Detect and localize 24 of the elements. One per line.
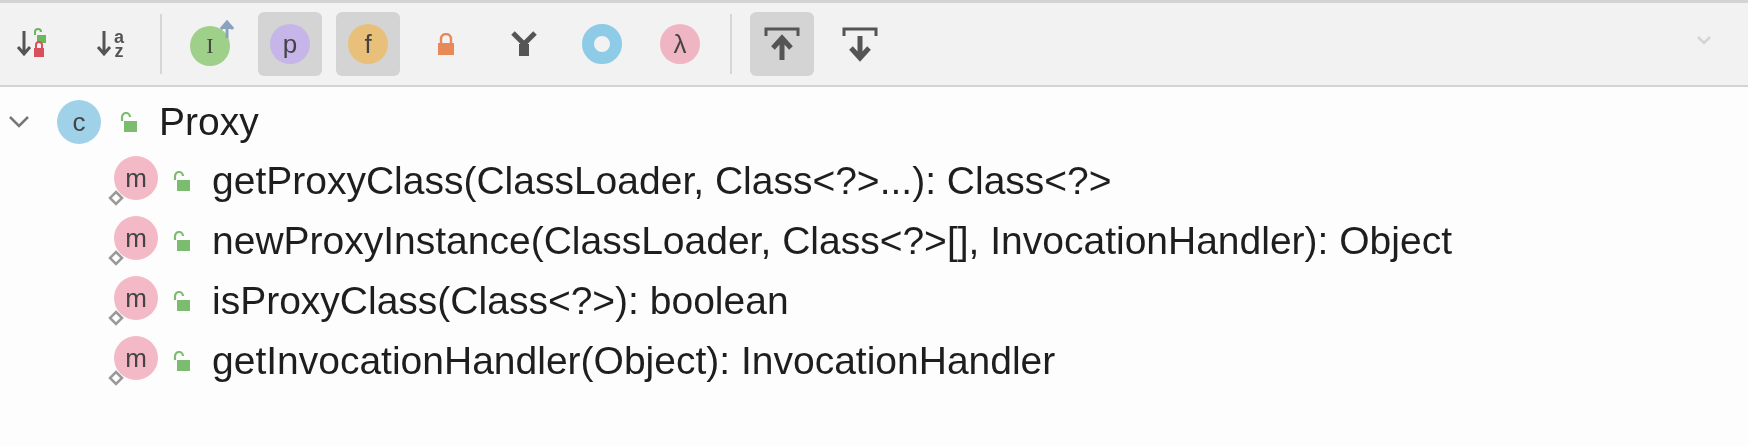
letter-badge-icon: p — [270, 24, 310, 64]
letter-badge-icon: λ — [660, 24, 700, 64]
toolbar-button[interactable]: I — [180, 12, 244, 76]
open-lock-icon — [172, 231, 190, 251]
letter-badge-icon: f — [348, 24, 388, 64]
tree-item[interactable]: getProxyClass(ClassLoader, Class<?>...): Class<?> — [212, 159, 1112, 203]
toolbar-button[interactable]: f — [336, 12, 400, 76]
tree-item[interactable]: getInvocationHandler(Object): InvocationHandler — [212, 339, 1056, 383]
toolbar-button[interactable] — [750, 12, 814, 76]
tree-item[interactable]: newProxyInstance(ClassLoader, Class<?>[], InvocationHandler): Object — [212, 219, 1452, 263]
open-lock-icon — [172, 291, 190, 311]
class-icon: c — [57, 100, 101, 144]
lock-icon — [436, 33, 456, 55]
fork-icon — [509, 29, 539, 59]
toolbar-button[interactable]: λ — [648, 12, 712, 76]
open-lock-icon — [172, 171, 190, 191]
open-lock-icon — [172, 351, 190, 371]
ring-icon — [582, 24, 622, 64]
tree-item[interactable]: isProxyClass(Class<?>): boolean — [212, 279, 789, 323]
open-lock-icon — [119, 112, 137, 132]
toolbar-button[interactable]: p — [258, 12, 322, 76]
tree-item[interactable]: Proxy — [159, 100, 259, 144]
toolbar-button[interactable]: a z — [78, 12, 142, 76]
chevron-down-icon[interactable] — [8, 115, 30, 129]
